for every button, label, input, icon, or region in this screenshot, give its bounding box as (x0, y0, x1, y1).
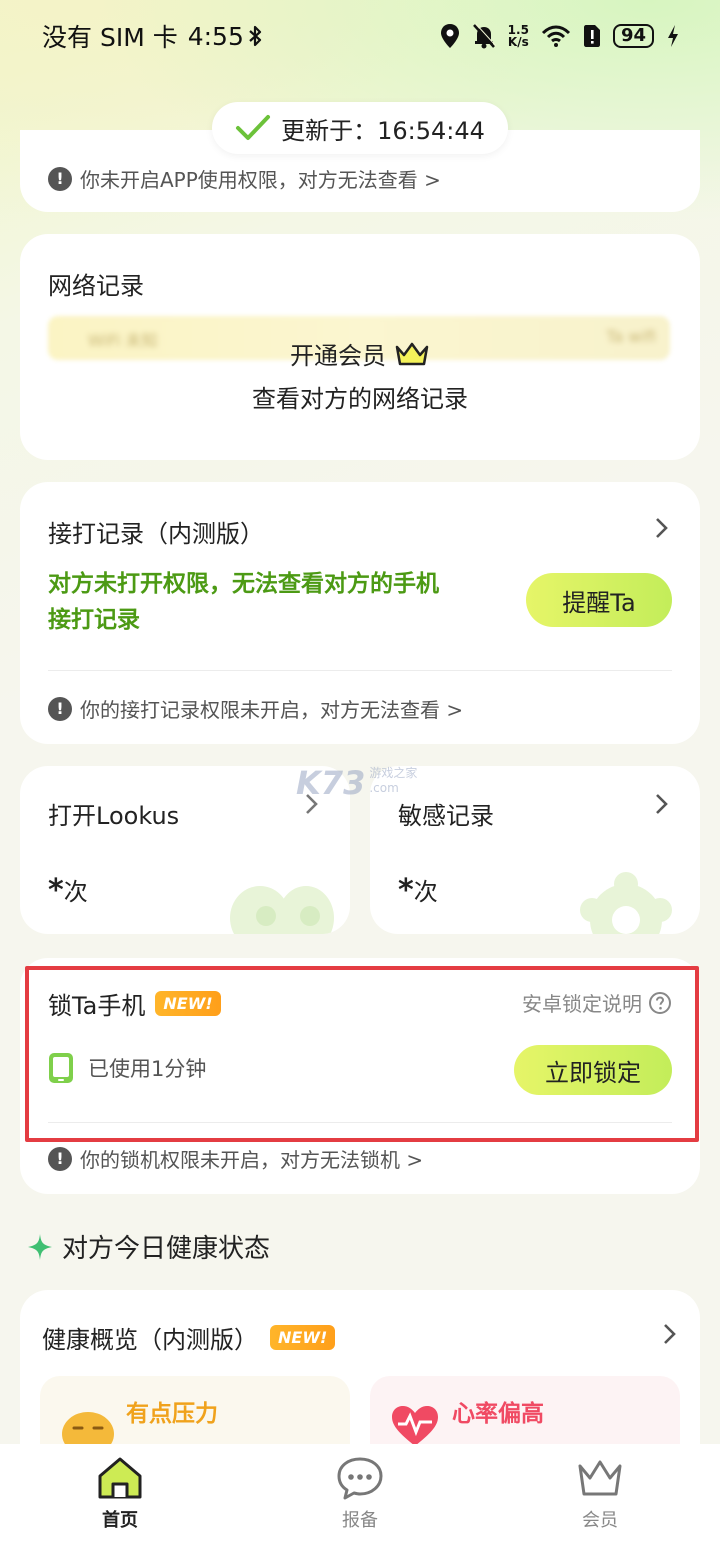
lock-phone-card[interactable]: 锁Ta手机 NEW! 安卓锁定说明 已使用1分钟 立即锁定 ! 你的锁机权限未开… (20, 958, 700, 1194)
battery-indicator: 94 (612, 24, 654, 48)
open-lookus-count: *次 (48, 872, 88, 908)
count-unit: 次 (413, 878, 438, 906)
lock-permission-warning-text: 你的锁机权限未开启，对方无法锁机 > (80, 1148, 424, 1172)
nav-home[interactable]: 首页 (50, 1456, 190, 1532)
mute-bell-icon (472, 23, 496, 49)
divider (48, 1122, 672, 1123)
health-overview-header: 健康概览（内测版） NEW! (42, 1320, 336, 1355)
charging-icon (668, 25, 678, 47)
network-record-title: 网络记录 (48, 272, 144, 300)
call-permission-warning[interactable]: ! 你的接打记录权限未开启，对方无法查看 > (48, 694, 463, 723)
lock-permission-warning[interactable]: ! 你的锁机权限未开启，对方无法锁机 > (48, 1144, 423, 1173)
chat-bubble-icon (337, 1457, 383, 1500)
chevron-right-icon[interactable] (662, 1322, 678, 1346)
app-permission-warning[interactable]: ! 你未开启APP使用权限，对方无法查看 > (48, 164, 441, 193)
membership-overlay[interactable]: 开通会员 查看对方的网络记录 (20, 336, 700, 414)
chevron-right-icon[interactable] (654, 516, 670, 540)
watermark-main: K73 (296, 764, 366, 802)
sensitive-record-card[interactable]: 敏感记录 *次 (370, 766, 700, 934)
new-badge: NEW! (155, 991, 221, 1016)
watermark-url: .com (369, 781, 399, 795)
gear-illustration-icon (580, 872, 672, 934)
home-icon (98, 1457, 142, 1499)
call-permission-warning-text: 你的接打记录权限未开启，对方无法查看 > (80, 698, 464, 722)
stress-label: 有点压力 (126, 1401, 218, 1427)
bluetooth-icon (249, 25, 261, 47)
site-watermark: K73 游戏之家 .com (296, 764, 417, 802)
open-lookus-title: 打开Lookus (48, 802, 180, 830)
heart-rate-label: 心率偏高 (452, 1401, 544, 1427)
bottom-navigation: 首页 报备 会员 (0, 1444, 720, 1560)
eyes-illustration-icon (230, 886, 334, 934)
nav-home-label: 首页 (102, 1510, 138, 1531)
app-permission-warning-text: 你未开启APP使用权限，对方无法查看 > (80, 168, 441, 192)
status-bar: 没有 SIM 卡 4:55 1.5 K/s 94 (0, 0, 720, 72)
chevron-right-icon[interactable] (654, 792, 670, 816)
speed-unit: K/s (507, 35, 529, 49)
nav-member-label: 会员 (582, 1510, 618, 1531)
update-time-text: 更新于：16:54:44 (281, 116, 485, 145)
crown-icon (395, 342, 429, 365)
count-unit: 次 (63, 878, 88, 906)
count-star: * (48, 873, 64, 908)
lock-phone-title: 锁Ta手机 (48, 992, 146, 1020)
lock-phone-header: 锁Ta手机 NEW! (48, 986, 221, 1021)
clock-text: 4:55 (187, 21, 244, 51)
status-left: 没有 SIM 卡 4:55 (42, 18, 264, 54)
health-overview-title: 健康概览（内测版） (42, 1326, 258, 1354)
new-badge: NEW! (270, 1325, 336, 1350)
open-membership-text: 开通会员 (290, 342, 386, 370)
lock-now-button[interactable]: 立即锁定 (514, 1045, 672, 1095)
help-circle-icon (649, 991, 671, 1014)
carrier-text: 没有 SIM 卡 (42, 23, 178, 52)
location-icon (440, 24, 459, 48)
status-right: 1.5 K/s 94 (440, 23, 680, 49)
view-network-record-text: 查看对方的网络记录 (252, 385, 468, 413)
alert-icon: ! (48, 1146, 72, 1171)
count-star: * (398, 873, 414, 908)
nav-report-label: 报备 (342, 1510, 378, 1531)
nav-report[interactable]: 报备 (290, 1456, 430, 1532)
divider (48, 670, 672, 671)
phone-icon (49, 1053, 73, 1083)
sensitive-record-count: *次 (398, 872, 438, 908)
network-record-card[interactable]: 网络记录 WiFi 未知 Ta wifi 开通会员 查看对方的网络记录 (20, 234, 700, 460)
wifi-icon (541, 25, 570, 47)
crown-icon (578, 1460, 622, 1496)
health-section-header: 对方今日健康状态 (26, 1228, 270, 1265)
android-lock-help-text: 安卓锁定说明 (522, 992, 642, 1016)
update-time-pill: 更新于：16:54:44 (212, 102, 508, 154)
nav-member[interactable]: 会员 (530, 1456, 670, 1532)
remind-ta-button[interactable]: 提醒Ta (526, 573, 672, 627)
sparkle-icon (28, 1233, 52, 1260)
call-message-line1: 对方未打开权限，无法查看对方的手机 (48, 571, 439, 597)
heart-rate-icon (392, 1406, 438, 1446)
alert-icon: ! (48, 696, 72, 721)
lock-usage-row: 已使用1分钟 (48, 1052, 206, 1084)
call-record-title: 接打记录（内测版） (48, 520, 264, 548)
check-icon (236, 115, 271, 140)
call-record-card[interactable]: 接打记录（内测版） 对方未打开权限，无法查看对方的手机 接打记录 提醒Ta ! … (20, 482, 700, 744)
android-lock-help-link[interactable]: 安卓锁定说明 (522, 988, 672, 1017)
sim-alert-icon (583, 25, 600, 47)
lock-usage-text: 已使用1分钟 (88, 1057, 207, 1081)
call-permission-message: 对方未打开权限，无法查看对方的手机 接打记录 (48, 566, 439, 638)
call-message-line2: 接打记录 (48, 607, 140, 633)
network-speed: 1.5 K/s (508, 24, 529, 48)
health-section-title: 对方今日健康状态 (62, 1234, 271, 1264)
alert-icon: ! (48, 166, 72, 191)
watermark-sub: 游戏之家 (369, 766, 418, 780)
